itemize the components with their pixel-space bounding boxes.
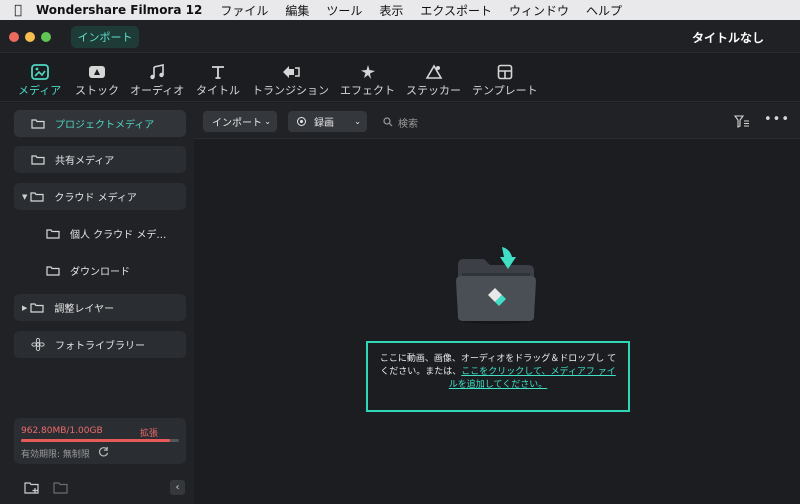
sidebar-item-cloud-media[interactable]: ▼ クラウド メディア	[14, 183, 186, 210]
media-icon	[30, 62, 49, 82]
search-field[interactable]: 検索	[383, 114, 503, 130]
tab-effect[interactable]: エフェクト	[340, 62, 395, 98]
transition-icon	[281, 62, 301, 82]
effect-sparkle-icon	[359, 62, 377, 82]
more-options-icon[interactable]: •••	[764, 112, 790, 127]
apple-icon[interactable]: 	[0, 3, 36, 18]
caret-right-icon[interactable]: ▶	[22, 304, 27, 312]
photos-flower-icon	[31, 338, 45, 351]
tab-sticker[interactable]: ステッカー	[406, 62, 461, 98]
refresh-icon[interactable]	[98, 446, 109, 457]
menu-export[interactable]: エクスポート	[420, 2, 492, 19]
cloud-storage-card: 962.80MB/1.00GB 拡張 有効期限: 無制限	[14, 418, 186, 464]
record-dropdown-label: 録画	[314, 118, 334, 129]
sidebar-item-label: ダウンロード	[70, 267, 130, 278]
folder-icon	[31, 119, 45, 129]
tab-template-label: テンプレート	[472, 84, 538, 97]
search-icon	[383, 117, 393, 127]
storage-bar-fill	[21, 439, 170, 442]
drop-zone[interactable]: ここに動画、画像、オーディオをドラッグ＆ドロップし てください。または、ここをク…	[366, 341, 630, 412]
sidebar-item-label: 調整レイヤー	[54, 304, 115, 315]
sidebar-item-personal-cloud[interactable]: 個人 クラウド メデ…	[14, 220, 186, 247]
folder-icon	[30, 192, 44, 202]
import-dropdown[interactable]: インポート ⌄	[203, 111, 277, 132]
tab-title[interactable]: タイトル	[196, 62, 240, 98]
menu-view[interactable]: 表示	[379, 2, 403, 19]
sidebar-item-shared-media[interactable]: 共有メディア	[14, 146, 186, 173]
app-menu[interactable]: Wondershare Filmora 12	[36, 3, 202, 17]
minimize-window-button[interactable]	[25, 32, 35, 42]
menu-tools[interactable]: ツール	[326, 2, 362, 19]
chevron-down-icon: ⌄	[264, 117, 271, 126]
tab-audio-label: オーディオ	[130, 84, 185, 97]
media-content-area: インポート ⌄ 録画 ⌄ 検索 ••• ここに動画、画像、オーディオをドラッグ＆…	[194, 103, 800, 504]
menu-help[interactable]: ヘルプ	[586, 2, 622, 19]
tab-media[interactable]: メディア	[18, 62, 61, 98]
import-button[interactable]: インポート	[71, 26, 139, 48]
sidebar-item-label: クラウド メディア	[54, 193, 137, 204]
sidebar-item-label: 共有メディア	[55, 156, 115, 167]
tab-stock-label: ストック	[75, 84, 119, 97]
close-window-button[interactable]	[9, 32, 19, 42]
record-dropdown[interactable]: 録画 ⌄	[288, 111, 367, 132]
sticker-icon	[425, 62, 443, 82]
sidebar-item-photo-library[interactable]: フォトライブラリー	[14, 331, 186, 358]
import-folder-illustration-icon	[456, 247, 536, 324]
zoom-window-button[interactable]	[41, 32, 51, 42]
sidebar-item-label: 個人 クラウド メデ…	[70, 230, 167, 241]
document-title: タイトルなし	[691, 31, 764, 45]
record-dot-icon	[297, 117, 306, 126]
content-toolbar: インポート ⌄ 録画 ⌄ 検索 •••	[194, 103, 800, 139]
menu-file[interactable]: ファイル	[220, 2, 268, 19]
title-t-icon	[210, 62, 226, 82]
tab-title-label: タイトル	[196, 84, 240, 97]
menu-edit[interactable]: 編集	[285, 2, 309, 19]
storage-bar-track	[21, 439, 179, 442]
tab-transition-label: トランジション	[252, 84, 329, 97]
template-icon	[497, 62, 513, 82]
sidebar-item-label: プロジェクトメディア	[55, 120, 155, 131]
folder-icon	[30, 303, 44, 313]
expand-storage-link[interactable]: 拡張	[140, 426, 158, 439]
import-dropdown-label: インポート	[212, 118, 262, 129]
stock-icon	[88, 62, 106, 82]
tab-audio[interactable]: オーディオ	[130, 62, 184, 98]
sidebar-item-download[interactable]: ダウンロード	[14, 257, 186, 284]
folder-icon	[46, 229, 60, 239]
chevron-down-icon: ⌄	[354, 117, 361, 126]
filter-icon[interactable]	[734, 115, 750, 128]
sidebar-item-project-media[interactable]: プロジェクトメディア	[14, 110, 186, 137]
mac-menubar:  Wondershare Filmora 12 ファイル 編集 ツール 表示 …	[0, 0, 800, 20]
music-note-icon	[149, 62, 165, 82]
menu-window[interactable]: ウィンドウ	[509, 2, 569, 19]
storage-expiry-text: 有効期限: 無制限	[21, 450, 90, 460]
tab-effect-label: エフェクト	[340, 84, 395, 97]
storage-used-text: 962.80MB/1.00GB	[21, 426, 103, 436]
folder-icon	[31, 155, 45, 165]
tab-transition[interactable]: トランジション	[252, 62, 329, 98]
tab-template[interactable]: テンプレート	[472, 62, 538, 98]
search-placeholder: 検索	[398, 118, 418, 130]
caret-down-icon[interactable]: ▼	[22, 193, 27, 201]
tab-media-label: メディア	[18, 84, 62, 97]
folder-icon	[46, 266, 60, 276]
folder-move-icon[interactable]	[53, 481, 69, 494]
collapse-sidebar-button[interactable]: ‹	[170, 480, 185, 495]
tab-stock[interactable]: ストック	[75, 62, 119, 98]
new-folder-icon[interactable]	[24, 481, 40, 494]
add-media-link[interactable]: ここをクリックして、メディアフ ァイルを追加してください。	[449, 367, 616, 390]
tab-sticker-label: ステッカー	[406, 84, 461, 97]
sidebar-item-label: フォトライブラリー	[55, 341, 145, 352]
media-toolbar: メディア ストック オーディオ タイトル トランジション エフェクト ステッカー…	[0, 54, 800, 102]
sidebar-item-adjustment-layer[interactable]: ▶ 調整レイヤー	[14, 294, 186, 321]
